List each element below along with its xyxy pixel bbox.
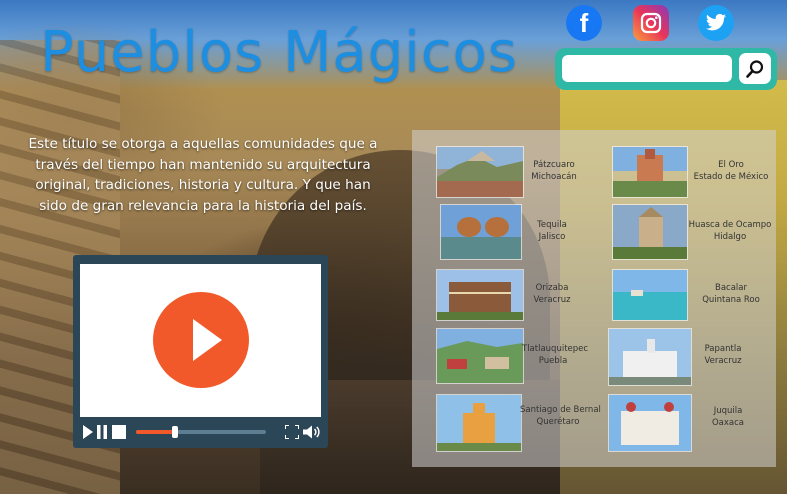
pueblo-label: Bacalar Quintana Roo [702,283,760,305]
list-item-huasca-de-ocampo[interactable]: Huasca de Ocampo Hidalgo [612,204,776,260]
pueblo-photo [436,394,522,452]
magnifier-icon [746,59,764,78]
video-screen[interactable] [80,264,321,417]
list-item-patzcuaro[interactable]: Pátzcuaro Michoacán [436,146,577,198]
pueblo-label: El Oro Estado de México [693,160,769,182]
list-item-orizaba[interactable]: Orizaba Veracruz [436,269,580,321]
instagram-icon[interactable] [633,5,669,41]
play-icon [193,319,222,361]
list-item-juquila[interactable]: Juquila Oaxaca [608,394,776,452]
search-input[interactable] [562,55,732,82]
list-item-papantla[interactable]: Papantla Veracruz [608,328,776,386]
fullscreen-icon[interactable] [285,425,299,439]
list-item-el-oro[interactable]: El Oro Estado de México [612,146,776,198]
video-player [73,255,328,448]
list-item-tequila[interactable]: Tequila Jalisco [440,204,580,260]
pueblo-label: Huasca de Ocampo Hidalgo [688,220,772,242]
video-controls [80,421,321,443]
pueblo-label: Santiago de Bernal Querétaro [520,405,601,427]
list-item-santiago-de-bernal[interactable]: Santiago de Bernal Querétaro [436,394,601,452]
play-icon[interactable] [82,425,94,439]
twitter-icon[interactable] [698,5,734,41]
pueblo-label: Tlatlauquitepec Puebla [522,344,589,366]
page-title: Pueblos Mágicos [40,20,519,85]
list-item-tlatlauquitepec[interactable]: Tlatlauquitepec Puebla [436,328,589,384]
search-button[interactable] [739,53,771,84]
play-button[interactable] [153,292,249,388]
pause-icon[interactable] [96,425,108,439]
pueblo-label: Orizaba Veracruz [533,283,571,305]
pueblo-label: Papantla Veracruz [704,344,742,366]
pueblo-photo [436,328,524,384]
video-progress-handle[interactable] [172,426,178,438]
stop-icon[interactable] [112,425,126,439]
pueblo-photo [440,204,522,260]
pueblo-photo [436,269,524,321]
search-bar [555,48,777,90]
pueblo-photo [612,269,688,321]
pueblo-label: Juquila Oaxaca [711,406,745,428]
facebook-icon[interactable]: f [566,5,602,41]
volume-icon[interactable] [303,425,321,439]
list-item-bacalar[interactable]: Bacalar Quintana Roo [612,269,776,321]
pueblo-label: Pátzcuaro Michoacán [531,160,577,182]
video-progress-bar[interactable] [136,426,266,438]
pueblo-photo [436,146,524,198]
pueblo-photo [608,394,692,452]
pueblo-label: Tequila Jalisco [537,220,567,242]
pueblo-photo [612,204,688,260]
pueblo-photo [612,146,688,198]
pueblo-photo [608,328,692,386]
description-text: Este título se otorga a aquellas comunid… [28,136,378,214]
page-background: Pueblos Mágicos f Este título se otorga … [0,0,787,494]
pueblos-list-panel: Pátzcuaro Michoacán El Oro Estado de Méxic… [412,130,776,467]
video-progress-fill [136,430,175,434]
